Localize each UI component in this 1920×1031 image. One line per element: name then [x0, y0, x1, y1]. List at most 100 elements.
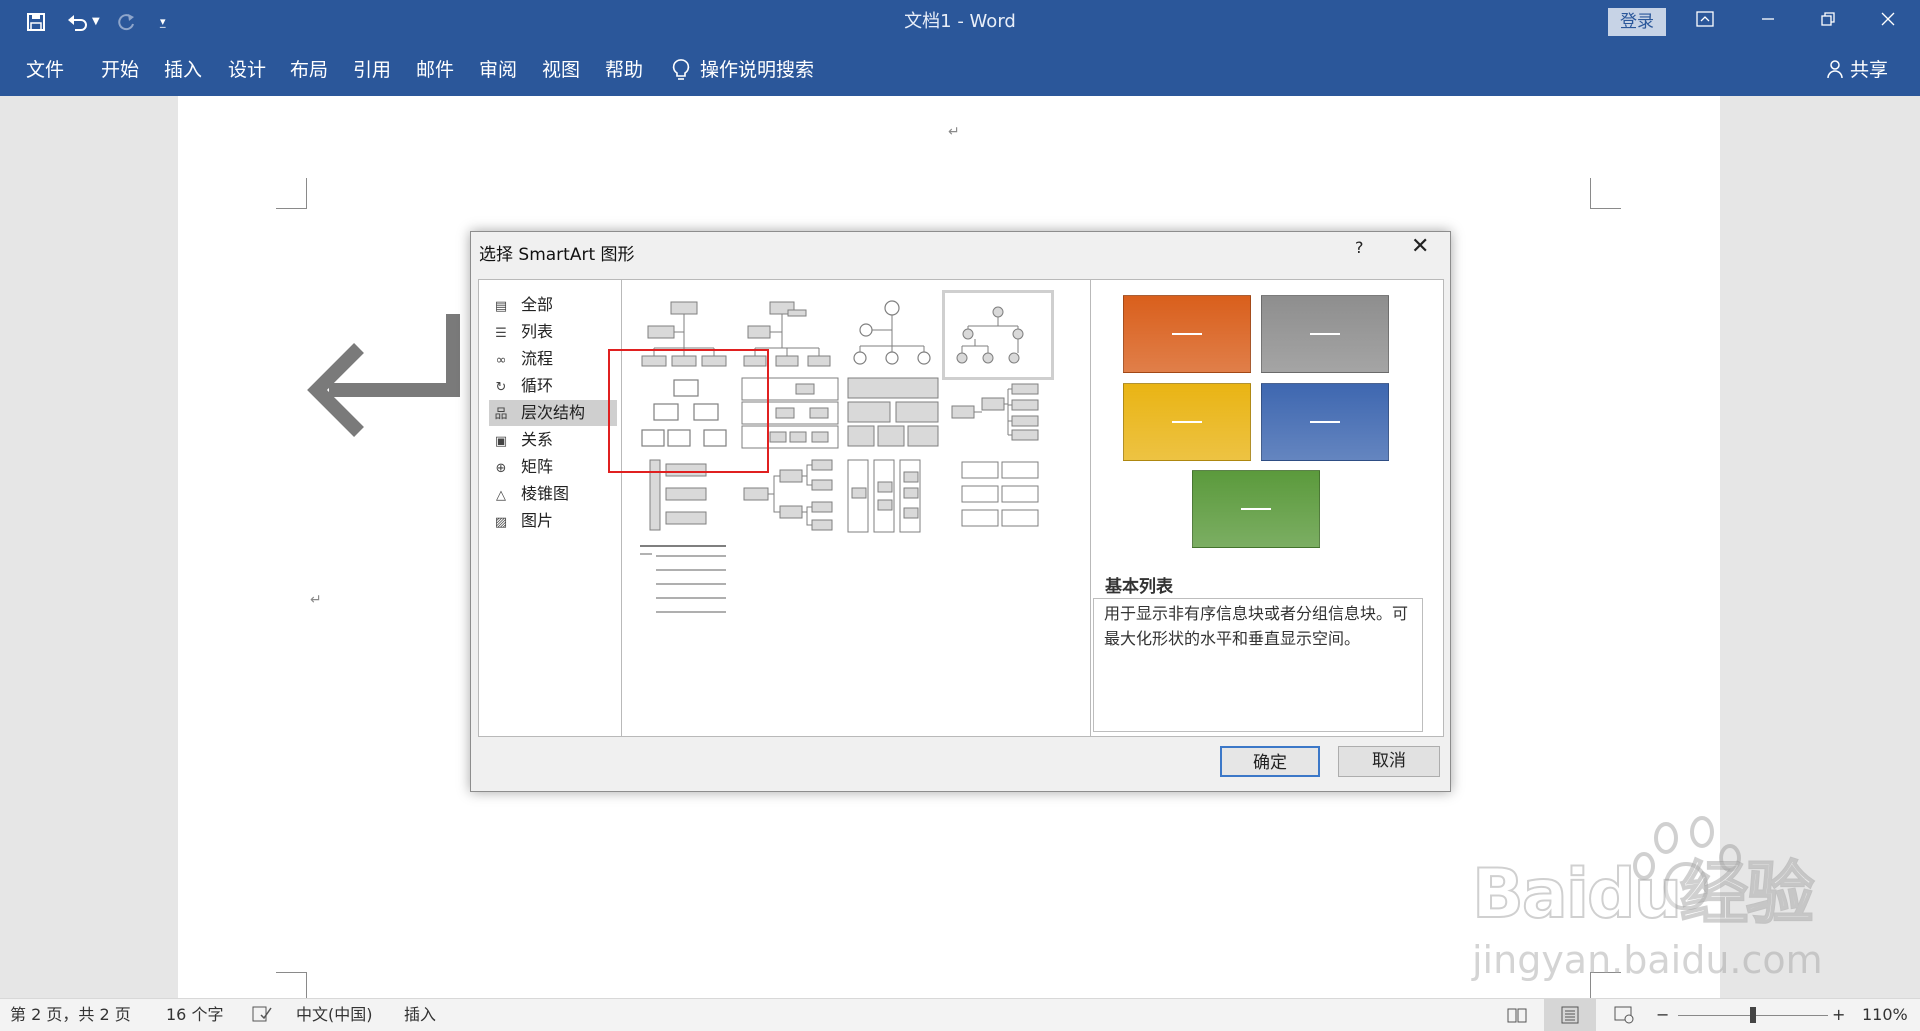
watermark-brand: Baidu经验: [1471, 854, 1815, 935]
margin-corner-top-right: [1590, 178, 1621, 209]
lightbulb-icon: [672, 59, 690, 80]
relationship-icon: ▣: [494, 434, 508, 449]
tab-review[interactable]: 审阅: [479, 44, 517, 96]
return-arrow-icon: [307, 314, 460, 437]
tell-me-label: 操作说明搜索: [700, 59, 815, 81]
redo-button[interactable]: [116, 0, 136, 44]
watermark-url: jingyan.baidu.com: [1472, 938, 1823, 982]
margin-corner-bottom-left: [276, 972, 307, 999]
process-icon: ∞: [495, 353, 507, 368]
proofing-button[interactable]: [252, 999, 272, 1031]
zoom-slider-thumb[interactable]: [1750, 1007, 1756, 1023]
preview-shape: [1123, 295, 1251, 373]
category-relationship[interactable]: ▣ 关系: [489, 427, 617, 453]
paragraph-mark-icon: ↵: [948, 124, 960, 140]
minimize-button[interactable]: [1738, 0, 1798, 44]
close-window-button[interactable]: [1858, 0, 1918, 44]
matrix-icon: ⊕: [495, 461, 507, 476]
dialog-close-button[interactable]: ✕: [1411, 234, 1429, 259]
preview-description: 用于显示非有序信息块或者分组信息块。可最大化形状的水平和垂直显示空间。: [1093, 598, 1423, 732]
layout-half-circle-org-chart-thumbnail[interactable]: [844, 296, 944, 374]
tab-view[interactable]: 视图: [542, 44, 580, 96]
web-layout-icon: [1614, 1006, 1634, 1024]
hierarchy-icon: 品: [494, 407, 508, 422]
tab-file[interactable]: 文件: [26, 44, 64, 96]
highlight-annotation-box: [608, 349, 769, 473]
save-button[interactable]: [26, 0, 46, 44]
category-cycle[interactable]: ↻ 循环: [489, 373, 617, 399]
category-pyramid[interactable]: △ 棱锥图: [489, 481, 617, 507]
status-bar: 第 2 页，共 2 页 16 个字 中文(中国) 插入 − + 110%: [0, 998, 1920, 1031]
picture-icon: ▨: [494, 515, 508, 530]
paragraph-mark-icon: ↵: [310, 592, 322, 608]
person-icon: [1827, 60, 1843, 79]
share-button[interactable]: 共享: [1826, 44, 1888, 96]
layout-horizontal-hierarchy-thumbnail[interactable]: [948, 374, 1048, 452]
print-layout-icon: [1561, 1006, 1579, 1024]
layout-table-list-thumbnail[interactable]: [636, 542, 736, 620]
category-picture[interactable]: ▨ 图片: [489, 508, 617, 534]
layout-circle-picture-hierarchy-thumbnail[interactable]: [942, 290, 1054, 380]
zoom-in-button[interactable]: +: [1832, 999, 1845, 1031]
tab-references[interactable]: 引用: [353, 44, 391, 96]
undo-button[interactable]: ▼: [66, 0, 100, 44]
undo-icon: [68, 15, 87, 31]
category-list: ▤ 全部 ☰ 列表 ∞ 流程 ↻ 循环 品层次结构 ▣ 关系 ⊕ 矩阵 △ 棱锥图 ▨ 图片: [479, 280, 622, 736]
ribbon-tabs: 文件 开始 插入 设计 布局 引用 邮件 审阅 视图 帮助 操作说明搜索 共享: [0, 44, 1920, 96]
preview-title: 基本列表: [1105, 577, 1173, 597]
pyramid-icon: △: [496, 488, 506, 503]
category-hierarchy[interactable]: 品层次结构: [489, 400, 617, 426]
tab-layout[interactable]: 布局: [290, 44, 328, 96]
redo-icon: [118, 14, 134, 31]
list-icon: ☰: [495, 326, 507, 341]
title-bar: ▼ ▾̲ 文档1 - Word 登录: [0, 0, 1920, 44]
dialog-content: ▤ 全部 ☰ 列表 ∞ 流程 ↻ 循环 品层次结构 ▣ 关系 ⊕ 矩阵 △ 棱锥图 ▨ 图片: [478, 279, 1444, 737]
close-icon: [1881, 12, 1895, 26]
ok-button[interactable]: 确定: [1220, 746, 1320, 777]
cycle-icon: ↻: [495, 380, 507, 395]
smartart-dialog: 选择 SmartArt 图形 ? ✕ ▤ 全部 ☰ 列表 ∞ 流程 ↻ 循环 品层次结构…: [470, 231, 1451, 792]
tab-design[interactable]: 设计: [228, 44, 266, 96]
preview-shape: [1261, 295, 1389, 373]
tell-me-search[interactable]: 操作说明搜索: [672, 44, 814, 96]
preview-panel: 基本列表 用于显示非有序信息块或者分组信息块。可最大化形状的水平和垂直显示空间。: [1091, 280, 1443, 736]
language-indicator[interactable]: 中文(中国): [296, 999, 373, 1031]
restore-button[interactable]: [1798, 0, 1858, 44]
customize-qat-button[interactable]: ▾̲: [160, 0, 166, 44]
margin-corner-top-left: [276, 178, 307, 209]
insert-mode-indicator[interactable]: 插入: [404, 999, 436, 1031]
word-count[interactable]: 16 个字: [166, 999, 223, 1031]
zoom-out-button[interactable]: −: [1656, 999, 1669, 1031]
save-icon: [27, 13, 45, 31]
preview-shape: [1261, 383, 1389, 461]
dialog-title: 选择 SmartArt 图形: [479, 245, 635, 265]
read-mode-button[interactable]: [1506, 999, 1528, 1031]
tab-help[interactable]: 帮助: [605, 44, 643, 96]
customize-qat-icon: ▾̲: [160, 15, 166, 28]
all-icon: ▤: [494, 299, 508, 314]
category-list-item[interactable]: ☰ 列表: [489, 319, 617, 345]
category-process[interactable]: ∞ 流程: [489, 346, 617, 372]
tab-insert[interactable]: 插入: [164, 44, 202, 96]
page-count[interactable]: 第 2 页，共 2 页: [10, 999, 131, 1031]
tab-home[interactable]: 开始: [101, 44, 139, 96]
layout-table-hierarchy-thumbnail[interactable]: [844, 374, 944, 452]
tab-mailings[interactable]: 邮件: [416, 44, 454, 96]
web-layout-button[interactable]: [1614, 999, 1634, 1031]
help-button[interactable]: ?: [1355, 238, 1364, 257]
category-matrix[interactable]: ⊕ 矩阵: [489, 454, 617, 480]
share-label: 共享: [1850, 59, 1889, 81]
minimize-icon: [1762, 18, 1774, 20]
ribbon-display-button[interactable]: [1675, 0, 1735, 44]
cancel-button[interactable]: 取消: [1338, 746, 1440, 777]
restore-icon: [1821, 12, 1835, 26]
category-all[interactable]: ▤ 全部: [489, 292, 617, 318]
layout-lined-list-thumbnail[interactable]: [844, 458, 944, 536]
proofing-icon: [252, 1006, 272, 1022]
layout-architecture-thumbnail[interactable]: [948, 458, 1048, 536]
chevron-down-icon[interactable]: ▼: [92, 0, 100, 44]
login-button[interactable]: 登录: [1608, 8, 1666, 36]
ribbon-display-icon: [1696, 11, 1714, 27]
zoom-level[interactable]: 110%: [1862, 999, 1908, 1031]
print-layout-button[interactable]: [1544, 999, 1596, 1031]
